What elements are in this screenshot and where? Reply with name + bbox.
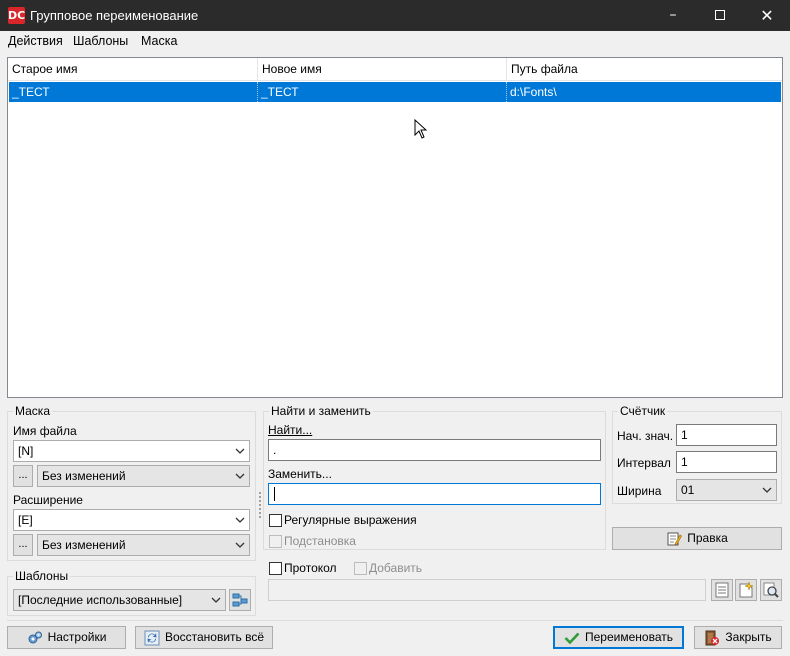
regex-label: Регулярные выражения [284, 513, 417, 527]
counter-interval-value: 1 [681, 455, 688, 469]
chevron-down-icon [211, 597, 221, 603]
templates-value: [Последние использованные] [18, 593, 183, 607]
chevron-down-icon [235, 517, 245, 523]
row-new-name: _ТЕСТ [258, 82, 507, 102]
counter-start-label: Нач. знач. [617, 429, 674, 443]
edit-button[interactable]: Правка [612, 527, 782, 550]
exit-door-icon [705, 630, 720, 646]
settings-button-label: Настройки [47, 630, 107, 644]
templates-combo[interactable]: [Последние использованные] [13, 589, 226, 611]
extension-case-value: Без изменений [42, 538, 126, 552]
row-old-name: _ТЕСТ [9, 82, 258, 102]
protocol-label: Протокол [284, 561, 337, 575]
counter-title: Счётчик [618, 404, 668, 418]
window-title: Групповое переименование [30, 8, 199, 23]
hierarchy-icon [232, 593, 248, 607]
file-list-header: Старое имя Новое имя Путь файла [8, 58, 782, 81]
find-replace-title: Найти и заменить [269, 404, 373, 418]
menu-templates[interactable]: Шаблоны [73, 34, 128, 48]
mouse-cursor-icon [414, 119, 428, 139]
column-new-name[interactable]: Новое имя [258, 58, 507, 81]
restore-all-button[interactable]: Восстановить всё [135, 626, 273, 649]
filename-label: Имя файла [13, 424, 77, 438]
rename-button-label: Переименовать [585, 630, 673, 644]
splitter-handle[interactable] [259, 492, 261, 518]
chevron-down-icon [235, 542, 245, 548]
maximize-button[interactable] [697, 0, 743, 31]
rename-button[interactable]: Переименовать [553, 626, 684, 649]
extension-mask-value: [E] [18, 513, 33, 527]
protocol-view-button[interactable] [711, 579, 733, 601]
protocol-path-input[interactable] [268, 579, 706, 601]
counter-start-input[interactable]: 1 [676, 424, 777, 446]
regex-checkbox[interactable] [269, 514, 282, 527]
find-label: Найти... [268, 423, 313, 437]
settings-button[interactable]: Настройки [7, 626, 126, 649]
close-button[interactable]: Закрыть [694, 626, 782, 649]
extension-ellipsis-button[interactable]: ... [13, 534, 33, 556]
table-row[interactable]: _ТЕСТ _ТЕСТ d:\Fonts\ [9, 82, 781, 102]
column-file-path[interactable]: Путь файла [507, 58, 782, 81]
new-document-icon [739, 581, 754, 598]
magnifier-icon [763, 582, 779, 598]
chevron-down-icon [762, 487, 772, 493]
protocol-checkbox[interactable] [269, 562, 282, 575]
extension-case-combo[interactable]: Без изменений [37, 534, 250, 556]
title-bar: DC Групповое переименование – ✕ [0, 0, 790, 31]
counter-start-value: 1 [681, 428, 688, 442]
filename-case-value: Без изменений [42, 469, 126, 483]
counter-width-label: Ширина [617, 484, 662, 498]
find-input-value: . [273, 443, 277, 457]
protocol-search-button[interactable] [760, 579, 782, 601]
edit-button-label: Правка [687, 531, 728, 545]
counter-width-value: 01 [681, 483, 695, 497]
find-input[interactable]: . [268, 439, 601, 461]
counter-width-combo[interactable]: 01 [676, 479, 777, 501]
file-list[interactable]: Старое имя Новое имя Путь файла _ТЕСТ _Т… [7, 57, 783, 398]
menu-actions[interactable]: Действия [8, 34, 63, 48]
append-label: Добавить [369, 561, 423, 575]
close-button-label: Закрыть [725, 630, 772, 644]
extension-label: Расширение [13, 493, 83, 507]
minimize-button[interactable]: – [650, 0, 696, 31]
maximize-icon [715, 10, 725, 20]
row-file-path: d:\Fonts\ [510, 85, 557, 99]
notepad-pencil-icon [667, 532, 683, 546]
substitution-checkbox[interactable] [269, 535, 282, 548]
column-old-name[interactable]: Старое имя [8, 58, 258, 81]
restore-all-button-label: Восстановить всё [164, 630, 265, 644]
refresh-icon [144, 630, 160, 646]
document-list-icon [715, 582, 729, 598]
templates-group-title: Шаблоны [13, 569, 71, 583]
total-commander-icon: DC [8, 7, 26, 24]
gears-icon [28, 631, 42, 644]
protocol-new-button[interactable] [735, 579, 757, 601]
menu-mask[interactable]: Маска [141, 34, 177, 48]
replace-input[interactable] [268, 483, 601, 505]
checkmark-icon [564, 632, 580, 645]
text-caret [274, 487, 275, 501]
filename-case-combo[interactable]: Без изменений [37, 465, 250, 487]
filename-mask-combo[interactable]: [N] [13, 440, 250, 462]
counter-interval-input[interactable]: 1 [676, 451, 777, 473]
templates-manage-button[interactable] [229, 589, 251, 611]
filename-mask-value: [N] [18, 444, 34, 458]
substitution-label: Подстановка [284, 534, 356, 548]
chevron-down-icon [235, 448, 245, 454]
append-checkbox[interactable] [354, 562, 367, 575]
filename-ellipsis-button[interactable]: ... [13, 465, 33, 487]
chevron-down-icon [235, 473, 245, 479]
bottom-separator [7, 620, 783, 621]
counter-interval-label: Интервал [617, 456, 671, 470]
close-window-button[interactable]: ✕ [744, 0, 790, 31]
mask-group-title: Маска [13, 404, 52, 418]
extension-mask-combo[interactable]: [E] [13, 509, 250, 531]
replace-label: Заменить... [268, 467, 332, 481]
